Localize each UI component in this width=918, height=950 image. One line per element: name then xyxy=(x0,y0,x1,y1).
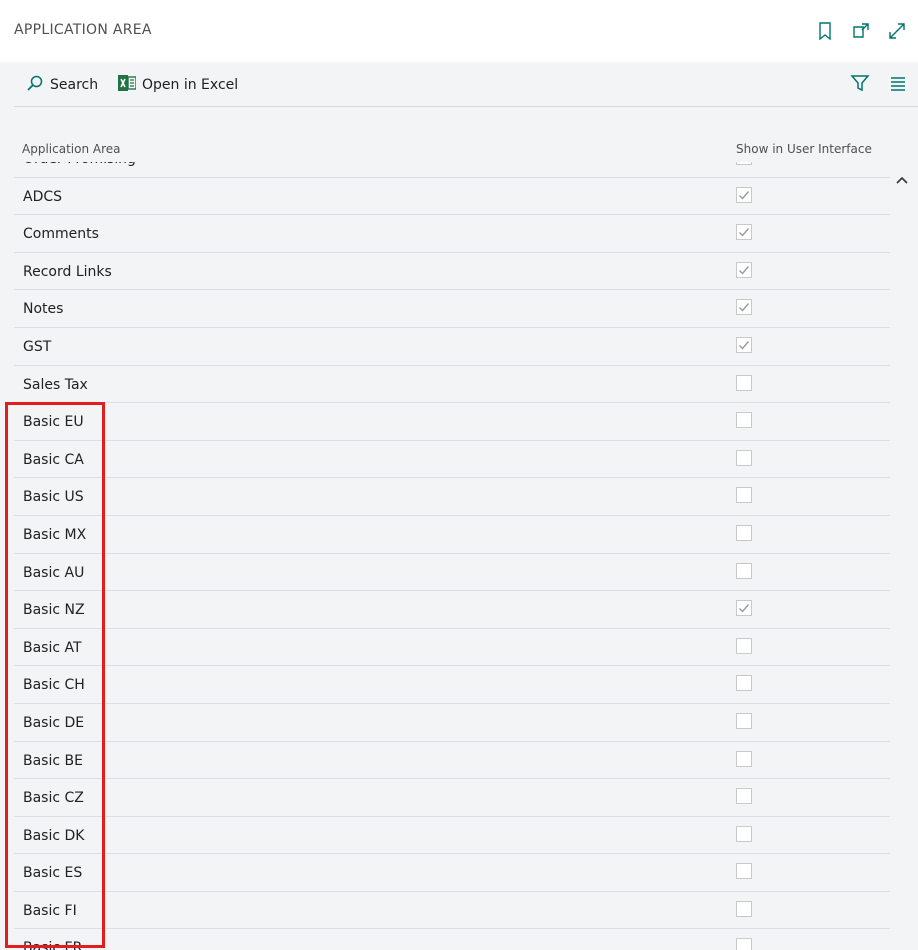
list-rows: Order Promising ADCS Comments Record Links N… xyxy=(14,162,890,950)
application-area-name[interactable]: Basic BE xyxy=(23,753,83,769)
show-in-ui-checkbox[interactable] xyxy=(736,562,752,579)
show-in-ui-checkbox[interactable] xyxy=(736,374,752,391)
show-in-ui-checkbox[interactable] xyxy=(736,600,752,617)
show-in-ui-checkbox[interactable] xyxy=(736,900,752,917)
show-in-ui-checkbox[interactable] xyxy=(736,487,752,504)
search-icon xyxy=(26,74,44,96)
show-in-ui-checkbox[interactable] xyxy=(736,637,752,654)
column-headers: Application Area Show in User Interface xyxy=(14,142,890,160)
table-row[interactable]: Basic CH xyxy=(14,666,890,704)
show-in-ui-checkbox[interactable] xyxy=(736,524,752,541)
toolbar: Search Open in Excel xyxy=(14,62,918,107)
search-button[interactable]: Search xyxy=(26,74,98,96)
bookmark-icon[interactable] xyxy=(814,20,836,42)
application-area-name[interactable]: Basic DK xyxy=(23,828,84,844)
application-area-name[interactable]: Basic AU xyxy=(23,565,84,581)
application-area-name[interactable]: Basic MX xyxy=(23,527,86,543)
column-header-show-in-user-interface[interactable]: Show in User Interface xyxy=(736,142,872,156)
show-in-ui-checkbox[interactable] xyxy=(736,261,752,278)
application-area-name[interactable]: Basic ES xyxy=(23,865,82,881)
open-in-new-window-icon[interactable] xyxy=(850,20,872,42)
page-title: APPLICATION AREA xyxy=(14,22,152,38)
table-row[interactable]: Order Promising xyxy=(14,162,890,178)
header-actions xyxy=(814,20,908,42)
show-in-ui-checkbox[interactable] xyxy=(736,449,752,466)
table-row[interactable]: Notes xyxy=(14,290,890,328)
checkmark-icon xyxy=(739,228,750,237)
table-row[interactable]: Basic DE xyxy=(14,704,890,742)
open-in-excel-button[interactable]: Open in Excel xyxy=(118,74,238,96)
application-area-name[interactable]: Basic CZ xyxy=(23,790,84,806)
table-row[interactable]: Basic ES xyxy=(14,854,890,892)
show-in-ui-checkbox[interactable] xyxy=(736,938,752,950)
table-row[interactable]: Basic DK xyxy=(14,817,890,855)
table-row[interactable]: Basic MX xyxy=(14,516,890,554)
checkmark-icon xyxy=(739,303,750,312)
show-in-ui-checkbox[interactable] xyxy=(736,336,752,353)
table-row[interactable]: Basic FI xyxy=(14,892,890,930)
show-in-ui-checkbox[interactable] xyxy=(736,750,752,767)
show-in-ui-checkbox[interactable] xyxy=(736,162,752,165)
checkmark-icon xyxy=(739,341,750,350)
application-area-list: Order Promising ADCS Comments Record Links N… xyxy=(14,162,890,950)
table-row[interactable]: Sales Tax xyxy=(14,366,890,404)
application-area-name[interactable]: Basic CA xyxy=(23,452,84,468)
scroll-up-icon[interactable] xyxy=(894,172,910,188)
list-view-icon[interactable] xyxy=(888,73,908,97)
application-area-name[interactable]: Notes xyxy=(23,301,63,317)
open-in-excel-label: Open in Excel xyxy=(142,77,239,93)
excel-icon xyxy=(118,74,137,96)
application-area-name[interactable]: Comments xyxy=(23,226,99,242)
checkmark-icon xyxy=(738,162,750,163)
table-row[interactable]: Basic CZ xyxy=(14,779,890,817)
application-area-name[interactable]: Basic NZ xyxy=(23,602,85,618)
table-row[interactable]: Basic CA xyxy=(14,441,890,479)
application-area-name[interactable]: ADCS xyxy=(23,189,62,205)
application-area-name[interactable]: Record Links xyxy=(23,264,112,280)
search-label: Search xyxy=(50,77,99,93)
table-row[interactable]: ADCS xyxy=(14,178,890,216)
table-row[interactable]: Basic US xyxy=(14,478,890,516)
application-area-name[interactable]: Basic EU xyxy=(23,414,84,430)
filter-icon[interactable] xyxy=(850,73,870,97)
page-header: APPLICATION AREA xyxy=(0,0,918,62)
application-area-name[interactable]: Basic DE xyxy=(23,715,84,731)
show-in-ui-checkbox[interactable] xyxy=(736,675,752,692)
application-area-name[interactable]: Basic US xyxy=(23,489,84,505)
column-header-application-area[interactable]: Application Area xyxy=(22,142,120,156)
show-in-ui-checkbox[interactable] xyxy=(736,825,752,842)
table-row[interactable]: Basic BE xyxy=(14,742,890,780)
toolbar-right-actions xyxy=(850,73,908,97)
show-in-ui-checkbox[interactable] xyxy=(736,224,752,241)
table-row[interactable]: Basic FR xyxy=(14,929,890,950)
show-in-ui-checkbox[interactable] xyxy=(736,299,752,316)
show-in-ui-checkbox[interactable] xyxy=(736,412,752,429)
application-area-name[interactable]: GST xyxy=(23,339,51,355)
application-area-name[interactable]: Order Promising xyxy=(23,162,136,167)
table-row[interactable]: Basic NZ xyxy=(14,591,890,629)
checkmark-icon xyxy=(739,265,750,275)
application-area-name[interactable]: Basic AT xyxy=(23,640,82,656)
table-row[interactable]: Basic AU xyxy=(14,554,890,592)
table-row[interactable]: Basic AT xyxy=(14,629,890,667)
table-row[interactable]: Record Links xyxy=(14,253,890,291)
table-row[interactable]: GST xyxy=(14,328,890,366)
application-area-name[interactable]: Basic FI xyxy=(23,903,77,919)
show-in-ui-checkbox[interactable] xyxy=(736,863,752,880)
show-in-ui-checkbox[interactable] xyxy=(736,186,752,203)
expand-icon[interactable] xyxy=(886,20,908,42)
application-area-name[interactable]: Basic CH xyxy=(23,677,85,693)
show-in-ui-checkbox[interactable] xyxy=(736,712,752,729)
table-row[interactable]: Basic EU xyxy=(14,403,890,441)
checkmark-icon xyxy=(739,604,750,613)
checkmark-icon xyxy=(739,190,750,200)
show-in-ui-checkbox[interactable] xyxy=(736,788,752,805)
table-row[interactable]: Comments xyxy=(14,215,890,253)
application-area-name[interactable]: Basic FR xyxy=(23,940,82,950)
application-area-name[interactable]: Sales Tax xyxy=(23,377,88,393)
